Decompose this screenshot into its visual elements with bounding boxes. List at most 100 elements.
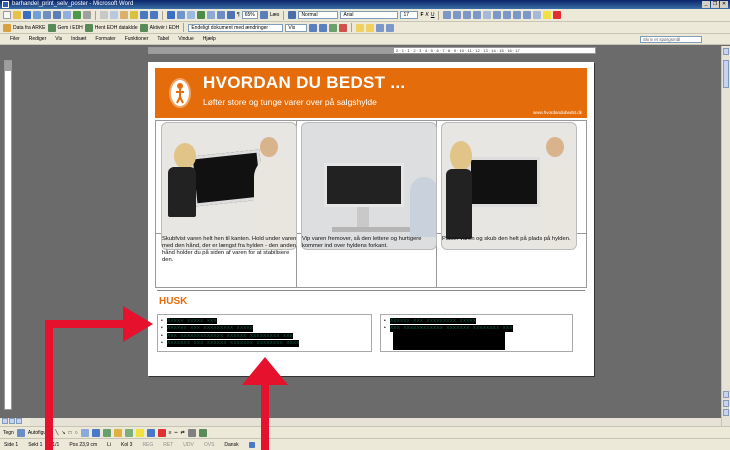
align-right-icon[interactable] [463, 11, 472, 19]
justify-icon[interactable] [473, 11, 482, 19]
vertical-ruler[interactable] [4, 60, 12, 410]
copy-icon[interactable] [110, 11, 118, 19]
picture-icon[interactable] [124, 428, 133, 437]
status-track[interactable]: RET [163, 442, 173, 448]
status-record[interactable]: REG [142, 442, 153, 448]
open-folder-icon[interactable] [13, 11, 21, 19]
save-edh-button[interactable]: Gem i EDH [58, 25, 83, 31]
zoom-dropdown[interactable]: 65% [241, 11, 258, 19]
data-arke-button[interactable]: Data fra ARKE [13, 25, 46, 31]
dash-style-icon[interactable]: ┅ [175, 430, 178, 436]
font-color-icon[interactable] [157, 428, 166, 437]
wordart-icon[interactable] [91, 428, 100, 437]
menu-file[interactable]: Filer [10, 36, 20, 42]
next-change-icon[interactable] [319, 23, 328, 32]
permission-icon[interactable] [33, 11, 41, 19]
diagram-icon[interactable] [102, 428, 111, 437]
italic-button[interactable]: K [426, 12, 429, 18]
help-icon[interactable] [259, 11, 268, 19]
track-changes-icon[interactable] [376, 23, 385, 32]
highlight-icon[interactable] [543, 11, 552, 19]
textbox-icon[interactable] [80, 428, 89, 437]
borders-icon[interactable] [533, 11, 542, 19]
activate-edh-button[interactable]: Aktivér i EDH [150, 25, 180, 31]
tables-borders-icon[interactable] [177, 11, 185, 19]
previous-page-button[interactable] [723, 391, 729, 398]
show-markup-dropdown[interactable]: Vis [285, 23, 308, 32]
line-spacing-icon[interactable] [483, 11, 492, 19]
ask-question-input[interactable]: Skriv et spørgsmål [640, 36, 702, 43]
bold-button[interactable]: F [420, 12, 423, 18]
undo-icon[interactable] [140, 11, 148, 19]
hyperlink-icon[interactable] [167, 11, 175, 19]
read-button[interactable]: Læs [270, 12, 280, 18]
format-painter-icon[interactable] [130, 11, 138, 19]
research-icon[interactable] [83, 11, 91, 19]
select-objects-icon[interactable] [16, 428, 25, 437]
menu-view[interactable]: Vis [55, 36, 62, 42]
print-preview-icon[interactable] [63, 11, 71, 19]
vertical-scrollbar[interactable] [721, 46, 730, 426]
columns-icon[interactable] [207, 11, 215, 19]
print-icon[interactable] [53, 11, 61, 19]
reject-change-icon[interactable] [339, 23, 348, 32]
email-icon[interactable] [43, 11, 51, 19]
line-icon[interactable]: ╲ [55, 430, 58, 436]
status-overtype[interactable]: OVS [204, 442, 215, 448]
new-document-icon[interactable] [3, 11, 11, 19]
increase-indent-icon[interactable] [523, 11, 532, 19]
horizontal-scrollbar[interactable] [30, 418, 721, 426]
menu-window[interactable]: Vindue [178, 36, 193, 42]
husk-textbox-left[interactable]: • Xxxxx xxxxx xxx • Xxxxxx xxx xxxxxxxxx x… [157, 314, 372, 352]
paste-icon[interactable] [120, 11, 128, 19]
show-hide-marks-icon[interactable]: ¶ [237, 12, 240, 18]
menu-format[interactable]: Formater [95, 36, 115, 42]
document-page[interactable]: HVORDAN DU BEDST ... Løfter store og tun… [148, 62, 594, 376]
3d-icon[interactable] [198, 428, 207, 437]
web-view-button[interactable] [9, 418, 15, 424]
horizontal-ruler[interactable]: 2 · 1 · 1 · 2 · 3 · 4 · 5 · 6 · 7 · 8 · … [148, 47, 596, 54]
new-comment-icon[interactable] [356, 23, 365, 32]
arrow-style-icon[interactable]: ⇄ [181, 430, 185, 436]
arrow-icon[interactable]: ↘ [61, 430, 65, 436]
spelling-status-icon[interactable] [248, 441, 255, 448]
browse-object-button[interactable] [723, 400, 729, 407]
menu-insert[interactable]: Indsæt [71, 36, 86, 42]
insert-excel-icon[interactable] [197, 11, 205, 19]
normal-view-button[interactable] [2, 418, 8, 424]
next-page-button[interactable] [723, 409, 729, 416]
document-map-icon[interactable] [227, 11, 235, 19]
style-dropdown[interactable]: Normal [298, 11, 339, 19]
font-dropdown[interactable]: Arial [340, 11, 399, 19]
menu-edit[interactable]: Rediger [29, 36, 47, 42]
status-extend[interactable]: UDV [183, 442, 194, 448]
shadow-icon[interactable] [187, 428, 196, 437]
previous-change-icon[interactable] [309, 23, 318, 32]
minimize-button[interactable]: _ [702, 1, 710, 8]
menu-help[interactable]: Hjælp [203, 36, 216, 42]
drawing-icon[interactable] [217, 11, 225, 19]
font-color-icon[interactable] [553, 11, 562, 19]
clipart-icon[interactable] [113, 428, 122, 437]
oval-icon[interactable]: ○ [75, 430, 78, 436]
font-size-dropdown[interactable]: 17 [400, 11, 419, 19]
draw-menu[interactable]: Tegn [3, 430, 14, 436]
fill-color-icon[interactable] [135, 428, 144, 437]
line-color-icon[interactable] [146, 428, 155, 437]
reviewing-pane-icon[interactable] [386, 23, 395, 32]
numbering-icon[interactable] [493, 11, 502, 19]
bullets-icon[interactable] [503, 11, 512, 19]
accept-change-icon[interactable] [329, 23, 338, 32]
insert-table-icon[interactable] [187, 11, 195, 19]
highlight-change-icon[interactable] [366, 23, 375, 32]
scrollbar-thumb[interactable] [723, 60, 729, 88]
save-icon[interactable] [23, 11, 31, 19]
redo-icon[interactable] [150, 11, 158, 19]
align-center-icon[interactable] [453, 11, 462, 19]
menu-table[interactable]: Tabel [157, 36, 169, 42]
close-button[interactable]: ✕ [720, 1, 728, 8]
scroll-up-button[interactable] [723, 48, 729, 55]
fetch-edh-button[interactable]: Hent EDH dataklde [95, 25, 138, 31]
track-changes-display-dropdown[interactable]: Endeligt dokument med ændringer [188, 23, 284, 32]
align-left-icon[interactable] [443, 11, 452, 19]
